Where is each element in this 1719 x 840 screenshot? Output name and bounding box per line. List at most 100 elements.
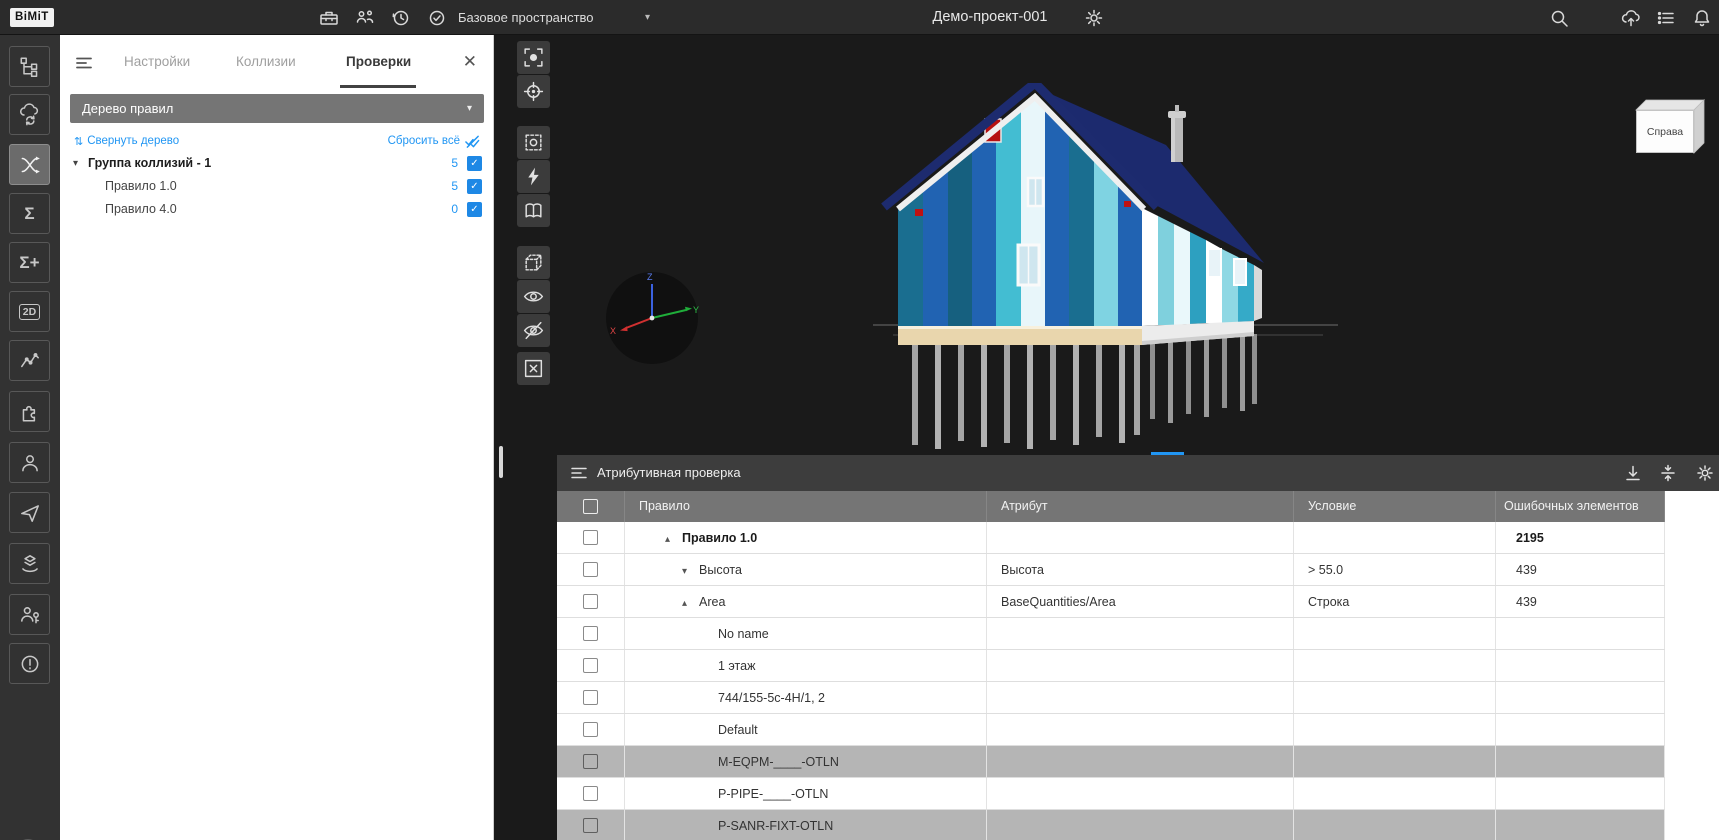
project-title: Демо-проект-001 bbox=[890, 0, 1090, 35]
sidebar: Σ Σ+ 2D ? bbox=[0, 35, 60, 840]
table-row[interactable]: ▾Высота Высота > 55.0 439 bbox=[557, 554, 1665, 586]
sidebar-button-issues[interactable] bbox=[9, 643, 50, 684]
sidebar-button-access[interactable] bbox=[9, 594, 50, 635]
bell-icon[interactable] bbox=[1691, 7, 1713, 29]
tool-clip-box[interactable] bbox=[517, 246, 550, 279]
table-row[interactable]: Default bbox=[557, 714, 1665, 746]
collision-count: 5 bbox=[451, 152, 458, 175]
row-checkbox[interactable] bbox=[583, 754, 598, 769]
sidebar-button-cloud-sync[interactable] bbox=[9, 94, 50, 135]
select-all-checkbox[interactable] bbox=[557, 491, 625, 522]
search-icon[interactable] bbox=[1548, 7, 1570, 29]
column-header-errors[interactable]: Ошибочных элементов bbox=[1496, 491, 1665, 522]
svg-text:X: X bbox=[610, 326, 616, 336]
attribute-table: ▴Правило 1.0 2195 ▾Высота Высота > 55.0 … bbox=[557, 522, 1665, 840]
project-settings-gear-icon[interactable] bbox=[1083, 7, 1105, 29]
attribute-check-panel: Атрибутивная проверка Правило Атрибут Ус… bbox=[557, 455, 1719, 840]
chevron-down-icon: ▾ bbox=[467, 94, 472, 123]
table-row[interactable]: ▴Правило 1.0 2195 bbox=[557, 522, 1665, 554]
row-checkbox[interactable] bbox=[583, 658, 598, 673]
row-checkbox[interactable] bbox=[583, 818, 598, 833]
view-cube-face-label[interactable]: Справа bbox=[1636, 110, 1694, 153]
panel-menu-icon[interactable] bbox=[569, 463, 589, 483]
sidebar-button-graphs[interactable] bbox=[9, 340, 50, 381]
toolbox-icon[interactable] bbox=[318, 7, 340, 29]
row-checkbox[interactable] bbox=[583, 786, 598, 801]
sidebar-button-sum[interactable]: Σ bbox=[9, 193, 50, 234]
collapse-icon[interactable]: ▴ bbox=[665, 524, 677, 553]
team-icon[interactable] bbox=[354, 7, 376, 29]
table-row[interactable]: P-PIPE-____-OTLN bbox=[557, 778, 1665, 810]
attribute-panel-header: Атрибутивная проверка bbox=[557, 455, 1719, 491]
sidebar-button-plugins[interactable] bbox=[9, 391, 50, 432]
row-checkbox[interactable] bbox=[583, 722, 598, 737]
row-checkbox[interactable] bbox=[583, 530, 598, 545]
axes-gizmo[interactable]: Z Y X bbox=[602, 268, 702, 368]
tool-selection-area[interactable] bbox=[517, 126, 550, 159]
rules-tree-dropdown[interactable]: Дерево правил ▾ bbox=[70, 94, 484, 123]
expand-icon[interactable]: ▾ bbox=[682, 556, 694, 585]
sidebar-button-users[interactable] bbox=[9, 442, 50, 483]
panel-menu-icon[interactable] bbox=[74, 53, 94, 73]
validation-icon[interactable] bbox=[426, 7, 448, 29]
collision-count: 5 bbox=[451, 175, 458, 198]
close-icon[interactable]: ✕ bbox=[463, 35, 477, 88]
tree-checkbox[interactable]: ✓ bbox=[467, 202, 482, 217]
column-header-condition[interactable]: Условие bbox=[1294, 491, 1496, 522]
sidebar-button-layers-hand[interactable] bbox=[9, 543, 50, 584]
tool-target-center[interactable] bbox=[517, 75, 550, 108]
tree-checkbox[interactable]: ✓ bbox=[467, 156, 482, 171]
tree-item-group[interactable]: ▾ Группа коллизий - 1 5 ✓ bbox=[60, 152, 494, 175]
row-checkbox[interactable] bbox=[583, 690, 598, 705]
row-checkbox[interactable] bbox=[583, 594, 598, 609]
column-header-attribute[interactable]: Атрибут bbox=[987, 491, 1294, 522]
table-row[interactable]: No name bbox=[557, 618, 1665, 650]
collapse-icon[interactable]: ▴ bbox=[682, 588, 694, 617]
tab-collisions[interactable]: Коллизии bbox=[236, 35, 296, 88]
chevron-down-icon[interactable]: ▾ bbox=[73, 152, 78, 175]
panel-resize-indicator[interactable] bbox=[1151, 452, 1184, 455]
tree-checkbox[interactable]: ✓ bbox=[467, 179, 482, 194]
reset-checks-icon bbox=[464, 134, 481, 149]
sidebar-button-collisions[interactable] bbox=[9, 144, 50, 185]
collapse-tree-link[interactable]: ⇅ Свернуть дерево bbox=[74, 133, 179, 149]
tab-settings[interactable]: Настройки bbox=[124, 35, 190, 88]
collision-count: 0 bbox=[451, 198, 458, 221]
tool-section-view[interactable] bbox=[517, 194, 550, 227]
gear-icon[interactable] bbox=[1695, 463, 1715, 483]
app-logo: BiMiT bbox=[10, 8, 54, 27]
workspace-dropdown[interactable]: Базовое пространство bbox=[458, 0, 594, 35]
attribute-panel-title: Атрибутивная проверка bbox=[597, 455, 741, 491]
table-row-selected[interactable]: M-EQPM-____-OTLN bbox=[557, 746, 1665, 778]
table-row[interactable]: ▴Area BaseQuantities/Area Строка 439 bbox=[557, 586, 1665, 618]
reset-all-link[interactable]: Сбросить всё bbox=[388, 133, 481, 149]
chevron-down-icon[interactable]: ▾ bbox=[645, 0, 650, 35]
tool-focus-selection[interactable] bbox=[517, 41, 550, 74]
history-icon[interactable] bbox=[390, 7, 412, 29]
panel-resize-grip[interactable] bbox=[499, 446, 503, 478]
export-down-icon[interactable] bbox=[1623, 463, 1643, 483]
tool-show-elements[interactable] bbox=[517, 280, 550, 313]
tree-item-rule[interactable]: Правило 1.0 5 ✓ bbox=[60, 175, 494, 198]
sidebar-button-navigate[interactable] bbox=[9, 492, 50, 533]
column-header-rule[interactable]: Правило bbox=[625, 491, 987, 522]
table-row[interactable]: 744/155-5c-4H/1, 2 bbox=[557, 682, 1665, 714]
sidebar-button-sum-plus[interactable]: Σ+ bbox=[9, 242, 50, 283]
tab-checks[interactable]: Проверки bbox=[346, 35, 411, 88]
table-row[interactable]: 1 этаж bbox=[557, 650, 1665, 682]
tree-item-rule[interactable]: Правило 4.0 0 ✓ bbox=[60, 198, 494, 221]
view-cube[interactable]: Справа bbox=[1628, 98, 1708, 156]
sidebar-button-model-tree[interactable] bbox=[9, 46, 50, 87]
tool-hide-elements[interactable] bbox=[517, 314, 550, 347]
cloud-upload-icon[interactable] bbox=[1620, 7, 1642, 29]
tool-quick-actions[interactable] bbox=[517, 160, 550, 193]
row-checkbox[interactable] bbox=[583, 626, 598, 641]
sidebar-button-2d-view[interactable]: 2D bbox=[9, 291, 50, 332]
topbar: BiMiT Базовое пространство ▾ Демо-проект… bbox=[0, 0, 1719, 35]
list-icon[interactable] bbox=[1655, 7, 1677, 29]
active-tab-underline bbox=[340, 85, 416, 88]
row-checkbox[interactable] bbox=[583, 562, 598, 577]
table-row-selected[interactable]: P-SANR-FIXT-OTLN bbox=[557, 810, 1665, 840]
fit-rows-icon[interactable] bbox=[1658, 463, 1678, 483]
tool-clear-selection[interactable] bbox=[517, 352, 550, 385]
